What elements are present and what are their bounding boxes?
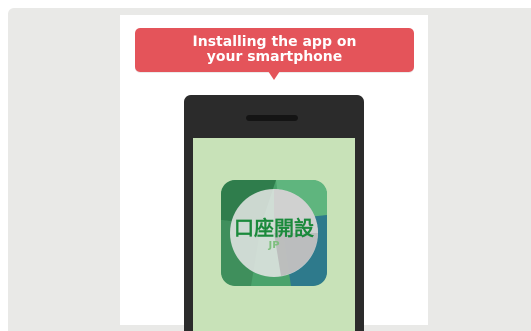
callout-pointer [268,71,280,80]
callout-banner: Installing the app on your smartphone [135,28,414,72]
phone-speaker [246,115,298,121]
app-icon-label: 口座開設 [234,216,314,240]
app-icon: 口座開設 JP [221,180,327,286]
app-icon-sublabel: JP [268,240,280,251]
callout-text-line-2: your smartphone [206,49,343,65]
callout-text-line-1: Installing the app on [192,34,357,50]
